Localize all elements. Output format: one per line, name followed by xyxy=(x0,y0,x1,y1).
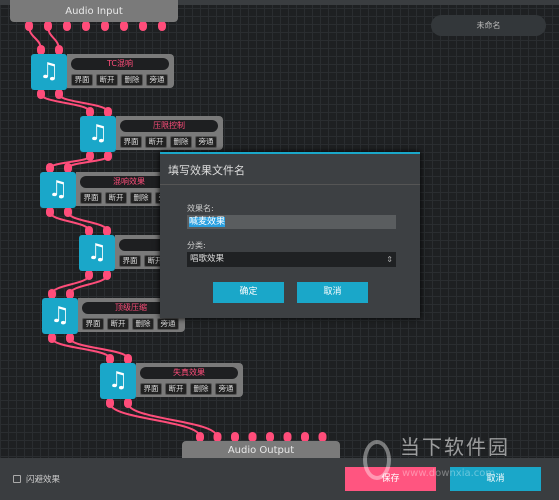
node-button[interactable]: 界面 xyxy=(71,74,93,86)
node-label: TC混响 xyxy=(71,58,169,70)
node-button[interactable]: 断开 xyxy=(96,74,118,86)
music-note-icon[interactable]: ♫ xyxy=(79,235,115,271)
watermark-logo xyxy=(363,440,391,480)
node-panel: 压限控制界面 断开 删除 旁通 xyxy=(116,116,223,150)
node-button[interactable]: 断开 xyxy=(145,136,167,148)
port[interactable] xyxy=(82,21,90,31)
wire xyxy=(127,402,218,438)
music-note-icon[interactable]: ♫ xyxy=(100,363,136,399)
node-button[interactable]: 界面 xyxy=(140,383,162,395)
wire xyxy=(109,402,201,438)
preset-name[interactable]: 未命名 xyxy=(431,15,546,36)
node-panel: TC混响界面 断开 删除 旁通 xyxy=(67,54,174,88)
node-button[interactable]: 界面 xyxy=(82,318,104,330)
save-effect-dialog: 填写效果文件名 效果名: 喊麦效果 分类: 唱歌效果 ⇕ 确定 取消 xyxy=(160,152,420,318)
node-button[interactable]: 旁通 xyxy=(215,383,237,395)
category-label: 分类: xyxy=(187,241,206,250)
port[interactable] xyxy=(120,21,128,31)
category-select[interactable]: 唱歌效果 ⇕ xyxy=(187,252,396,267)
category-value: 唱歌效果 xyxy=(190,254,225,264)
port[interactable] xyxy=(139,21,147,31)
port[interactable] xyxy=(158,21,166,31)
music-note-icon[interactable]: ♫ xyxy=(31,54,67,90)
node-button[interactable]: 删除 xyxy=(132,318,154,330)
node-button[interactable]: 旁通 xyxy=(146,74,168,86)
ok-button[interactable]: 确定 xyxy=(213,282,284,303)
watermark-url: www.downxia.com xyxy=(402,468,496,479)
divider xyxy=(160,184,420,185)
duck-label: 闪避效果 xyxy=(26,475,61,485)
music-note-icon[interactable]: ♫ xyxy=(80,116,116,152)
node-panel: 失真效果界面 断开 删除 旁通 xyxy=(136,363,243,397)
node-button[interactable]: 界面 xyxy=(119,255,141,267)
audio-output-block: Audio Output xyxy=(182,441,340,458)
node-button[interactable]: 断开 xyxy=(107,318,129,330)
music-note-icon[interactable]: ♫ xyxy=(42,298,78,334)
node-label: 压限控制 xyxy=(120,120,218,132)
audio-input-block: Audio Input xyxy=(10,0,178,22)
port[interactable] xyxy=(63,21,71,31)
footer-bar: 闪避效果 保存 取消 xyxy=(0,458,559,500)
node-button[interactable]: 界面 xyxy=(120,136,142,148)
node-button[interactable]: 删除 xyxy=(130,192,152,204)
port[interactable] xyxy=(101,21,109,31)
node-button[interactable]: 界面 xyxy=(80,192,102,204)
duck-checkbox[interactable] xyxy=(13,475,21,483)
node-button[interactable]: 旁通 xyxy=(157,318,179,330)
node-button[interactable]: 删除 xyxy=(170,136,192,148)
music-note-icon[interactable]: ♫ xyxy=(40,172,76,208)
watermark-text: 当下软件园 xyxy=(400,435,510,459)
node-button[interactable]: 断开 xyxy=(165,383,187,395)
dialog-cancel-button[interactable]: 取消 xyxy=(297,282,368,303)
updown-icon: ⇕ xyxy=(386,255,393,264)
node-button[interactable]: 删除 xyxy=(190,383,212,395)
node-label: 失真效果 xyxy=(140,367,238,379)
node-button[interactable]: 旁通 xyxy=(195,136,217,148)
node-button[interactable]: 断开 xyxy=(105,192,127,204)
node-button[interactable]: 删除 xyxy=(121,74,143,86)
effect-name-input[interactable]: 喊麦效果 xyxy=(187,215,396,229)
name-label: 效果名: xyxy=(187,204,214,213)
effect-name-value: 喊麦效果 xyxy=(189,217,226,227)
dialog-title: 填写效果文件名 xyxy=(168,164,245,177)
